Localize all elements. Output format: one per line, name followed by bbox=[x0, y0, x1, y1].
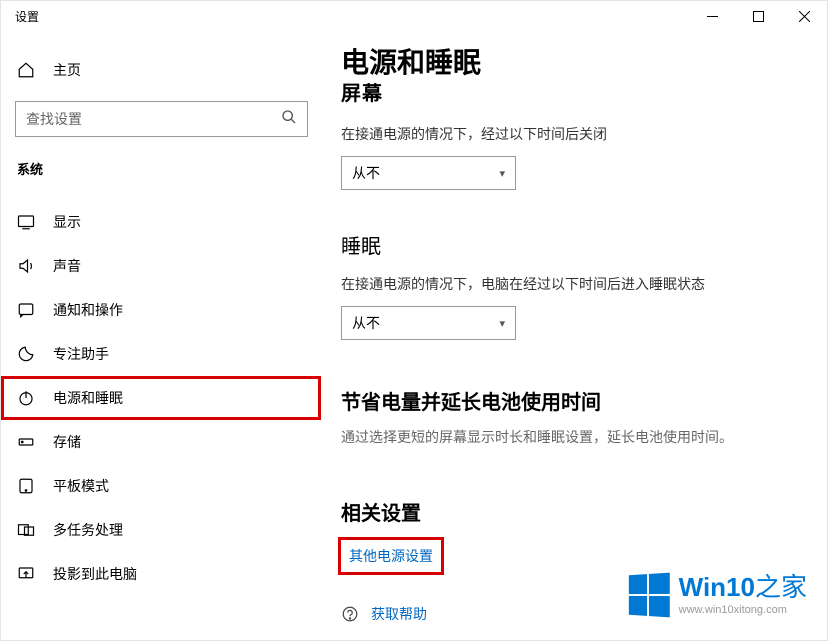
related-title: 相关设置 bbox=[341, 497, 817, 526]
nav-label: 存储 bbox=[53, 432, 81, 452]
windows-logo-icon bbox=[628, 572, 669, 617]
nav-item-sound[interactable]: 声音 bbox=[1, 244, 321, 288]
chevron-down-icon: ▾ bbox=[499, 167, 505, 180]
focus-icon bbox=[17, 345, 35, 363]
page-title: 电源和睡眠 bbox=[341, 41, 817, 81]
sleep-timeout-select[interactable]: 从不 ▾ bbox=[341, 306, 516, 340]
search-icon bbox=[281, 109, 297, 130]
storage-icon bbox=[17, 433, 35, 451]
nav-item-focus[interactable]: 专注助手 bbox=[1, 332, 321, 376]
minimize-button[interactable] bbox=[689, 1, 735, 31]
search-box[interactable] bbox=[15, 101, 308, 137]
watermark-brand: Win10之家 bbox=[679, 573, 807, 602]
other-power-link[interactable]: 其他电源设置 bbox=[349, 548, 433, 564]
display-icon bbox=[17, 213, 35, 231]
nav-list: 显示 声音 通知和操作 专注助手 电源和睡眠 bbox=[1, 200, 321, 596]
project-icon bbox=[17, 565, 35, 583]
help-icon bbox=[341, 605, 359, 623]
get-help-link[interactable]: 获取帮助 bbox=[371, 604, 427, 624]
close-button[interactable] bbox=[781, 1, 827, 31]
nav-item-multitask[interactable]: 多任务处理 bbox=[1, 508, 321, 552]
window-title: 设置 bbox=[15, 8, 39, 25]
watermark: Win10之家 www.win10xitong.com bbox=[627, 573, 807, 616]
nav-item-notifications[interactable]: 通知和操作 bbox=[1, 288, 321, 332]
battery-section-title: 节省电量并延长电池使用时间 bbox=[341, 386, 817, 415]
nav-home-label: 主页 bbox=[53, 60, 81, 80]
nav-home[interactable]: 主页 bbox=[1, 51, 321, 89]
battery-section-desc: 通过选择更短的屏幕显示时长和睡眠设置，延长电池使用时间。 bbox=[341, 427, 817, 447]
nav-item-tablet[interactable]: 平板模式 bbox=[1, 464, 321, 508]
nav-label: 电源和睡眠 bbox=[53, 388, 123, 408]
nav-item-display[interactable]: 显示 bbox=[1, 200, 321, 244]
nav-label: 显示 bbox=[53, 212, 81, 232]
screen-off-label: 在接通电源的情况下，经过以下时间后关闭 bbox=[341, 124, 817, 144]
nav-label: 专注助手 bbox=[53, 344, 109, 364]
notify-icon bbox=[17, 301, 35, 319]
maximize-button[interactable] bbox=[735, 1, 781, 31]
nav-item-project[interactable]: 投影到此电脑 bbox=[1, 552, 321, 596]
nav-item-storage[interactable]: 存储 bbox=[1, 420, 321, 464]
multitask-icon bbox=[17, 521, 35, 539]
sound-icon bbox=[17, 257, 35, 275]
nav-label: 平板模式 bbox=[53, 476, 109, 496]
sleep-section-heading: 睡眠 bbox=[341, 236, 817, 258]
sleep-desc: 在接通电源的情况下，电脑在经过以下时间后进入睡眠状态 bbox=[341, 274, 817, 294]
content-area: 电源和睡眠 屏幕 在接通电源的情况下，经过以下时间后关闭 从不 ▾ 睡眠 在接通… bbox=[341, 41, 817, 640]
nav-label: 投影到此电脑 bbox=[53, 564, 137, 584]
tablet-icon bbox=[17, 477, 35, 495]
combo-value: 从不 bbox=[352, 313, 380, 333]
watermark-url: www.win10xitong.com bbox=[679, 604, 787, 616]
related-link-highlight: 其他电源设置 bbox=[341, 540, 441, 572]
power-icon bbox=[17, 389, 35, 407]
sidebar: 主页 系统 显示 声音 通知和操作 bbox=[1, 31, 321, 640]
sidebar-section-label: 系统 bbox=[1, 137, 321, 190]
nav-label: 通知和操作 bbox=[53, 300, 123, 320]
window-controls bbox=[689, 1, 827, 31]
search-input[interactable] bbox=[26, 111, 281, 127]
combo-value: 从不 bbox=[352, 163, 380, 183]
screen-timeout-select[interactable]: 从不 ▾ bbox=[341, 156, 516, 190]
home-icon bbox=[17, 61, 35, 79]
screen-section-heading: 屏幕 bbox=[341, 83, 817, 108]
chevron-down-icon: ▾ bbox=[499, 317, 505, 330]
nav-label: 声音 bbox=[53, 256, 81, 276]
nav-item-power[interactable]: 电源和睡眠 bbox=[1, 376, 321, 420]
nav-label: 多任务处理 bbox=[53, 520, 123, 540]
